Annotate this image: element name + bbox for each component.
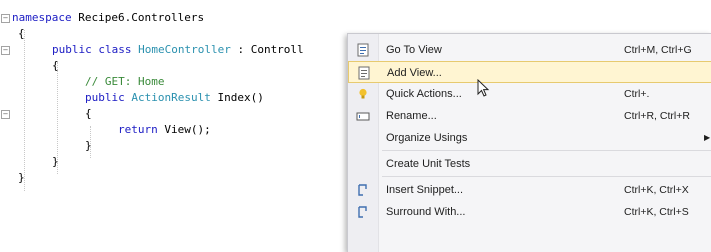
lightbulb-icon <box>359 88 367 99</box>
menu-item-label: Quick Actions... <box>386 88 462 100</box>
context-menu: Go To View Ctrl+M, Ctrl+G Add View... Qu… <box>347 33 711 252</box>
menu-item-label: Rename... <box>386 110 437 122</box>
code-line[interactable]: namespace Recipe6.Controllers <box>0 10 711 26</box>
menu-item-go-to-view[interactable]: Go To View Ctrl+M, Ctrl+G <box>348 39 711 61</box>
menu-item-shortcut: Ctrl+. <box>624 88 650 100</box>
submenu-arrow-icon: ▶ <box>704 133 711 142</box>
menu-separator <box>382 150 711 151</box>
menu-item-add-view[interactable]: Add View... <box>348 61 711 83</box>
menu-item-label: Organize Usings <box>386 132 468 144</box>
menu-item-quick-actions[interactable]: Quick Actions... Ctrl+. <box>348 83 711 105</box>
surround-with-icon <box>358 206 367 218</box>
menu-item-label: Go To View <box>386 44 442 56</box>
mouse-cursor-icon <box>477 79 490 97</box>
menu-item-insert-snippet[interactable]: Insert Snippet... Ctrl+K, Ctrl+X <box>348 179 711 201</box>
menu-item-label: Insert Snippet... <box>386 184 464 196</box>
snippet-icon <box>358 184 367 196</box>
rename-icon <box>356 112 370 121</box>
menu-item-shortcut: Ctrl+K, Ctrl+X <box>624 184 689 196</box>
add-view-icon <box>358 66 370 80</box>
menu-item-rename[interactable]: Rename... Ctrl+R, Ctrl+R <box>348 105 711 127</box>
menu-item-create-unit-tests[interactable]: Create Unit Tests <box>348 153 711 175</box>
menu-item-label: Create Unit Tests <box>386 158 471 170</box>
menu-item-label: Surround With... <box>386 206 466 218</box>
menu-item-shortcut: Ctrl+K, Ctrl+S <box>624 206 689 218</box>
go-to-view-icon <box>357 43 369 57</box>
menu-item-label: Add View... <box>387 67 442 79</box>
menu-item-organize-usings[interactable]: Organize Usings ▶ <box>348 127 711 149</box>
menu-item-shortcut: Ctrl+R, Ctrl+R <box>624 110 690 122</box>
menu-item-shortcut: Ctrl+M, Ctrl+G <box>624 44 692 56</box>
menu-separator <box>382 176 711 177</box>
menu-item-surround-with[interactable]: Surround With... Ctrl+K, Ctrl+S <box>348 201 711 223</box>
